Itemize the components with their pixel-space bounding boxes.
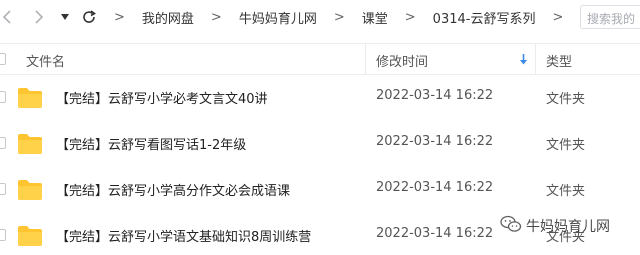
column-divider	[535, 44, 536, 74]
folder-icon	[17, 87, 43, 109]
forward-button[interactable]	[28, 6, 50, 28]
file-type: 文件夹	[546, 184, 586, 199]
breadcrumb-separator: >	[333, 9, 345, 25]
row-checkbox[interactable]	[0, 229, 6, 241]
breadcrumb-separator: >	[552, 9, 564, 25]
column-header-type[interactable]: 类型	[546, 51, 572, 70]
table-row[interactable]: 【完结】云舒写看图写话1-2年级 2022-03-14 16:22 文件夹	[0, 121, 640, 167]
row-checkbox[interactable]	[0, 91, 6, 103]
file-type: 文件夹	[546, 138, 586, 153]
refresh-button[interactable]	[78, 6, 100, 28]
row-checkbox[interactable]	[0, 137, 6, 149]
file-modified: 2022-03-14 16:22	[376, 226, 494, 241]
file-name[interactable]: 【完结】云舒写小学语文基础知识8周训练营	[56, 226, 311, 245]
column-header-modified[interactable]: 修改时间	[376, 51, 428, 70]
folder-icon	[17, 179, 43, 201]
watermark: 牛妈妈育儿网	[500, 215, 610, 237]
table-row[interactable]: 【完结】云舒写小学必考文言文40讲 2022-03-14 16:22 文件夹	[0, 75, 640, 121]
column-divider	[365, 44, 366, 74]
back-button[interactable]	[0, 6, 18, 28]
breadcrumb-item-folder[interactable]: 牛妈妈育儿网	[235, 8, 321, 27]
breadcrumb-item-classroom[interactable]: 课堂	[358, 8, 392, 27]
chevron-right-icon	[34, 10, 44, 24]
top-nav-bar: > 我的网盘 > 牛妈妈育儿网 > 课堂 > 0314-云舒写系列 > 搜索我的	[0, 0, 640, 34]
search-input[interactable]: 搜索我的	[580, 5, 640, 29]
table-row[interactable]: 【完结】云舒写小学高分作文必会成语课 2022-03-14 16:22 文件夹	[0, 167, 640, 213]
chevron-left-icon	[2, 10, 12, 24]
breadcrumb-item-current[interactable]: 0314-云舒写系列	[429, 8, 540, 27]
select-all-checkbox[interactable]	[0, 53, 6, 65]
wechat-icon	[500, 215, 526, 237]
breadcrumb-separator: >	[210, 9, 222, 25]
column-header-name[interactable]: 文件名	[26, 51, 65, 70]
file-type: 文件夹	[546, 92, 586, 107]
file-list-header: 文件名 修改时间 类型	[0, 43, 640, 75]
row-checkbox[interactable]	[0, 183, 6, 195]
refresh-icon	[81, 9, 97, 25]
sort-down-arrow-icon[interactable]	[519, 54, 528, 70]
breadcrumb: > 我的网盘 > 牛妈妈育儿网 > 课堂 > 0314-云舒写系列 >	[114, 8, 576, 27]
history-dropdown-button[interactable]	[54, 6, 76, 28]
file-name[interactable]: 【完结】云舒写小学高分作文必会成语课	[56, 180, 290, 199]
breadcrumb-item-my-drive[interactable]: 我的网盘	[138, 8, 198, 27]
file-modified: 2022-03-14 16:22	[376, 180, 494, 195]
folder-icon	[17, 133, 43, 155]
file-modified: 2022-03-14 16:22	[376, 134, 494, 149]
watermark-text: 牛妈妈育儿网	[526, 219, 610, 235]
breadcrumb-separator: >	[114, 9, 125, 25]
file-name[interactable]: 【完结】云舒写看图写话1-2年级	[56, 134, 246, 153]
file-modified: 2022-03-14 16:22	[376, 88, 494, 103]
folder-icon	[17, 225, 43, 247]
file-name[interactable]: 【完结】云舒写小学必考文言文40讲	[56, 88, 268, 107]
caret-down-icon	[60, 13, 70, 21]
breadcrumb-separator: >	[404, 9, 416, 25]
